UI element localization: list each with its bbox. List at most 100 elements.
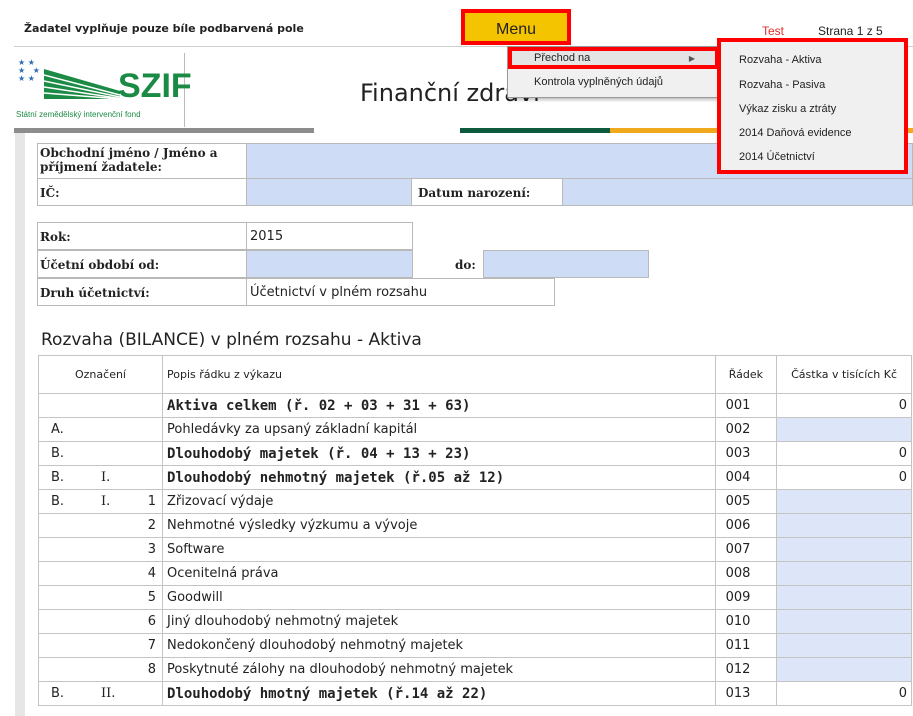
period-from-label: Účetní období od: xyxy=(40,258,160,272)
table-row: 8 Poskytnuté zálohy na dlouhodobý nehmotn… xyxy=(37,657,912,682)
row-oznaceni: 7 xyxy=(37,633,164,658)
row-description: Software xyxy=(162,537,716,562)
row-description: Pohledávky za upsaný základní kapitál xyxy=(162,417,716,442)
fund-name: Státní zemědělský intervenční fond xyxy=(16,110,141,119)
oznaceni-level1: B. xyxy=(51,686,65,701)
amount-input[interactable] xyxy=(776,417,912,442)
amount-value: 0 xyxy=(776,465,912,490)
row-number: 004 xyxy=(714,465,778,490)
amount-input[interactable] xyxy=(776,585,912,610)
table-row: A. Pohledávky za upsaný základní kapitál 0… xyxy=(37,417,912,442)
header-popis: Popis řádku z výkazu xyxy=(162,355,716,394)
oznaceni-level1: A. xyxy=(51,422,64,437)
instruction-note: Žadatel vyplňuje pouze bíle podbarvená p… xyxy=(24,22,304,35)
submenu-arrow-icon: ▶ xyxy=(688,54,695,63)
logo-stripes-icon xyxy=(44,69,120,99)
menu-item-label: Kontrola vyplněných údajů xyxy=(534,76,664,88)
row-number: 006 xyxy=(714,513,778,538)
menu-button[interactable]: Menu xyxy=(461,9,571,45)
submenu-item-ucetnictvi[interactable]: 2014 Účetnictví xyxy=(739,151,815,163)
amount-input[interactable] xyxy=(776,657,912,682)
table-header-row: Označení Popis řádku z výkazu Řádek Část… xyxy=(37,355,912,394)
row-description: Goodwill xyxy=(162,585,716,610)
period-from-input[interactable] xyxy=(246,250,413,278)
birth-date-label: Datum narození: xyxy=(418,186,531,200)
row-oznaceni: 5 xyxy=(37,585,164,610)
color-stripe-darkgreen xyxy=(460,128,610,133)
year-value: 2015 xyxy=(250,229,284,244)
row-description: Dlouhodobý majetek (ř. 04 + 13 + 23) xyxy=(162,441,716,466)
table-row: B. I. 1 Zřizovací výdaje 005 xyxy=(37,489,912,514)
row-number: 002 xyxy=(714,417,778,442)
ic-input[interactable] xyxy=(246,178,412,206)
left-margin-bar xyxy=(15,133,25,716)
period-to-label: do: xyxy=(455,258,476,272)
szif-logo: ★ ★ ★ ★ ★ ★ SZIF Státní zemědělský interve… xyxy=(14,53,192,127)
logo-text: SZIF xyxy=(118,67,192,105)
row-number: 012 xyxy=(714,657,778,682)
row-number: 001 xyxy=(714,393,778,418)
table-row: 6 Jiný dlouhodobý nehmotný majetek 010 xyxy=(37,609,912,634)
menu-button-label: Menu xyxy=(495,21,537,38)
table-row: 5 Goodwill 009 xyxy=(37,585,912,610)
amount-input[interactable] xyxy=(776,537,912,562)
row-oznaceni: B. I. 1 xyxy=(37,489,164,514)
row-oznaceni: B. II. xyxy=(37,681,164,706)
oznaceni-level3: 7 xyxy=(147,638,157,653)
menu-item-label: Přechod na xyxy=(534,52,591,64)
row-number: 009 xyxy=(714,585,778,610)
amount-input[interactable] xyxy=(776,513,912,538)
table-row: 7 Nedokončený dlouhodobý nehmotný majetek… xyxy=(37,633,912,658)
row-oznaceni: 6 xyxy=(37,609,164,634)
header-oznaceni: Označení xyxy=(37,355,164,394)
menu-item-prechod-na[interactable]: Přechod na ▶ xyxy=(508,47,719,69)
section-title: Rozvaha (BILANCE) v plném rozsahu - Akti… xyxy=(41,330,422,350)
row-oznaceni: 3 xyxy=(37,537,164,562)
row-description: Poskytnuté zálohy na dlouhodobý nehmotný… xyxy=(162,657,716,682)
row-description: Nehmotné výsledky výzkumu a vývoje xyxy=(162,513,716,538)
row-number: 008 xyxy=(714,561,778,586)
amount-input[interactable] xyxy=(776,561,912,586)
row-description: Ocenitelná práva xyxy=(162,561,716,586)
row-number: 007 xyxy=(714,537,778,562)
table-row: B. I. Dlouhodobý nehmotný majetek (ř.05 až… xyxy=(37,465,912,490)
year-label: Rok: xyxy=(40,230,71,244)
header-radek: Řádek xyxy=(714,355,778,394)
birth-date-input[interactable] xyxy=(562,178,913,206)
oznaceni-level2: I. xyxy=(101,470,111,485)
menu-dropdown: Přechod na ▶ Kontrola vyplněných údajů xyxy=(507,46,720,98)
row-number: 003 xyxy=(714,441,778,466)
amount-value: 0 xyxy=(776,441,912,466)
table-row: 4 Ocenitelná práva 008 xyxy=(37,561,912,586)
oznaceni-level3: 3 xyxy=(147,542,157,557)
row-oznaceni: 4 xyxy=(37,561,164,586)
ic-label: IČ: xyxy=(40,186,60,200)
oznaceni-level2: I. xyxy=(101,494,111,509)
table-row: Aktiva celkem (ř. 02 + 03 + 31 + 63) 001 0 xyxy=(37,393,912,418)
amount-input[interactable] xyxy=(776,609,912,634)
submenu-item-rozvaha-pasiva[interactable]: Rozvaha - Pasiva xyxy=(739,79,825,91)
row-oznaceni: B. xyxy=(37,441,164,466)
submenu-item-vykaz-zisku[interactable]: Výkaz zisku a ztráty xyxy=(739,103,836,115)
test-link[interactable]: Test xyxy=(762,24,784,38)
row-oznaceni: A. xyxy=(37,417,164,442)
oznaceni-level1: B. xyxy=(51,446,65,461)
row-description: Dlouhodobý nehmotný majetek (ř.05 až 12) xyxy=(162,465,716,490)
row-oznaceni: 8 xyxy=(37,657,164,682)
submenu-item-rozvaha-aktiva[interactable]: Rozvaha - Aktiva xyxy=(739,54,822,66)
submenu-panel: Rozvaha - Aktiva Rozvaha - Pasiva Výkaz … xyxy=(717,38,908,174)
accounting-type-label: Druh účetnictví: xyxy=(40,286,150,300)
oznaceni-level3: 6 xyxy=(147,614,157,629)
amount-input[interactable] xyxy=(776,489,912,514)
menu-item-kontrola[interactable]: Kontrola vyplněných údajů xyxy=(508,71,719,93)
period-to-input[interactable] xyxy=(483,250,649,278)
table-row: B. Dlouhodobý majetek (ř. 04 + 13 + 23) 00… xyxy=(37,441,912,466)
table-row: 3 Software 007 xyxy=(37,537,912,562)
oznaceni-level1: B. xyxy=(51,470,65,485)
row-oznaceni: B. I. xyxy=(37,465,164,490)
ic-label-cell xyxy=(37,178,247,206)
amount-input[interactable] xyxy=(776,633,912,658)
oznaceni-level3: 5 xyxy=(147,590,157,605)
submenu-item-danova-evidence[interactable]: 2014 Daňová evidence xyxy=(739,127,852,139)
oznaceni-level3: 4 xyxy=(147,566,157,581)
